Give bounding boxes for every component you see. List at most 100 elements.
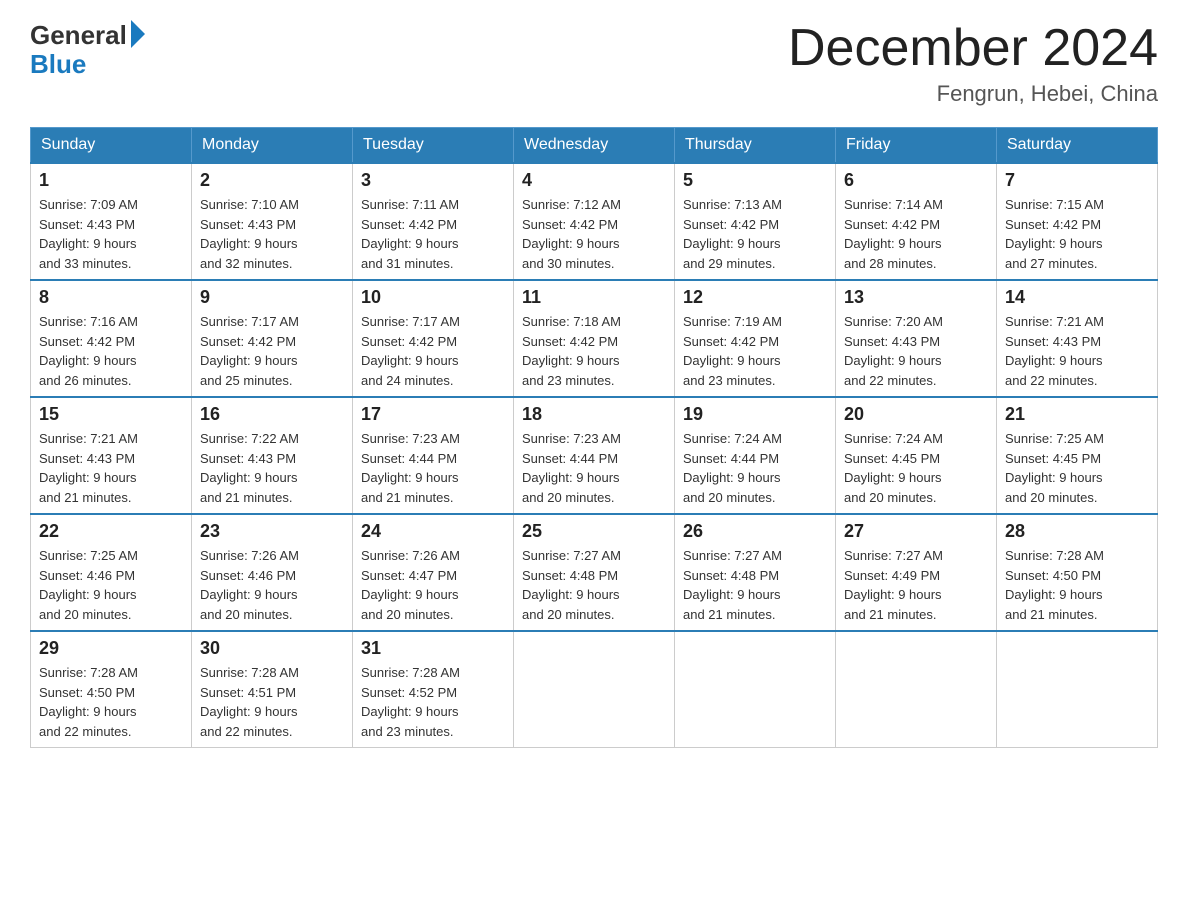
day-number: 29 xyxy=(39,638,183,659)
title-block: December 2024 Fengrun, Hebei, China xyxy=(788,20,1158,107)
day-number: 18 xyxy=(522,404,666,425)
day-number: 6 xyxy=(844,170,988,191)
calendar-cell: 15 Sunrise: 7:21 AMSunset: 4:43 PMDayligh… xyxy=(31,397,192,514)
calendar-header: SundayMondayTuesdayWednesdayThursdayFrid… xyxy=(31,128,1158,164)
day-info: Sunrise: 7:27 AMSunset: 4:49 PMDaylight:… xyxy=(844,546,988,624)
day-number: 7 xyxy=(1005,170,1149,191)
calendar-week-3: 15 Sunrise: 7:21 AMSunset: 4:43 PMDayligh… xyxy=(31,397,1158,514)
calendar-cell: 5 Sunrise: 7:13 AMSunset: 4:42 PMDaylight… xyxy=(675,163,836,280)
day-number: 12 xyxy=(683,287,827,308)
day-number: 28 xyxy=(1005,521,1149,542)
day-info: Sunrise: 7:17 AMSunset: 4:42 PMDaylight:… xyxy=(361,312,505,390)
day-info: Sunrise: 7:28 AMSunset: 4:50 PMDaylight:… xyxy=(39,663,183,741)
day-info: Sunrise: 7:19 AMSunset: 4:42 PMDaylight:… xyxy=(683,312,827,390)
weekday-header-saturday: Saturday xyxy=(997,128,1158,164)
calendar-cell: 12 Sunrise: 7:19 AMSunset: 4:42 PMDayligh… xyxy=(675,280,836,397)
calendar-cell: 25 Sunrise: 7:27 AMSunset: 4:48 PMDayligh… xyxy=(514,514,675,631)
day-number: 22 xyxy=(39,521,183,542)
calendar-cell: 18 Sunrise: 7:23 AMSunset: 4:44 PMDayligh… xyxy=(514,397,675,514)
day-info: Sunrise: 7:26 AMSunset: 4:46 PMDaylight:… xyxy=(200,546,344,624)
day-info: Sunrise: 7:14 AMSunset: 4:42 PMDaylight:… xyxy=(844,195,988,273)
day-number: 20 xyxy=(844,404,988,425)
calendar-cell: 3 Sunrise: 7:11 AMSunset: 4:42 PMDaylight… xyxy=(353,163,514,280)
calendar-week-1: 1 Sunrise: 7:09 AMSunset: 4:43 PMDaylight… xyxy=(31,163,1158,280)
calendar-cell: 11Sunrise: 7:18 AMSunset: 4:42 PMDayligh… xyxy=(514,280,675,397)
calendar-week-5: 29 Sunrise: 7:28 AMSunset: 4:50 PMDayligh… xyxy=(31,631,1158,748)
day-number: 13 xyxy=(844,287,988,308)
day-info: Sunrise: 7:18 AMSunset: 4:42 PMDaylight:… xyxy=(522,312,666,390)
calendar-body: 1 Sunrise: 7:09 AMSunset: 4:43 PMDaylight… xyxy=(31,163,1158,748)
day-number: 21 xyxy=(1005,404,1149,425)
calendar-cell: 21 Sunrise: 7:25 AMSunset: 4:45 PMDayligh… xyxy=(997,397,1158,514)
calendar-cell: 22 Sunrise: 7:25 AMSunset: 4:46 PMDayligh… xyxy=(31,514,192,631)
calendar-cell: 14 Sunrise: 7:21 AMSunset: 4:43 PMDayligh… xyxy=(997,280,1158,397)
day-info: Sunrise: 7:25 AMSunset: 4:45 PMDaylight:… xyxy=(1005,429,1149,507)
calendar-cell: 29 Sunrise: 7:28 AMSunset: 4:50 PMDayligh… xyxy=(31,631,192,748)
day-info: Sunrise: 7:23 AMSunset: 4:44 PMDaylight:… xyxy=(522,429,666,507)
day-info: Sunrise: 7:20 AMSunset: 4:43 PMDaylight:… xyxy=(844,312,988,390)
day-number: 9 xyxy=(200,287,344,308)
calendar-cell: 4 Sunrise: 7:12 AMSunset: 4:42 PMDaylight… xyxy=(514,163,675,280)
weekday-header-tuesday: Tuesday xyxy=(353,128,514,164)
day-number: 19 xyxy=(683,404,827,425)
calendar-cell: 31 Sunrise: 7:28 AMSunset: 4:52 PMDayligh… xyxy=(353,631,514,748)
calendar-cell: 16Sunrise: 7:22 AMSunset: 4:43 PMDayligh… xyxy=(192,397,353,514)
calendar-cell: 30Sunrise: 7:28 AMSunset: 4:51 PMDayligh… xyxy=(192,631,353,748)
day-info: Sunrise: 7:27 AMSunset: 4:48 PMDaylight:… xyxy=(522,546,666,624)
day-info: Sunrise: 7:28 AMSunset: 4:52 PMDaylight:… xyxy=(361,663,505,741)
day-info: Sunrise: 7:25 AMSunset: 4:46 PMDaylight:… xyxy=(39,546,183,624)
day-info: Sunrise: 7:16 AMSunset: 4:42 PMDaylight:… xyxy=(39,312,183,390)
calendar-week-2: 8 Sunrise: 7:16 AMSunset: 4:42 PMDaylight… xyxy=(31,280,1158,397)
calendar-cell: 9Sunrise: 7:17 AMSunset: 4:42 PMDaylight… xyxy=(192,280,353,397)
weekday-header-monday: Monday xyxy=(192,128,353,164)
calendar-cell: 1 Sunrise: 7:09 AMSunset: 4:43 PMDaylight… xyxy=(31,163,192,280)
day-number: 2 xyxy=(200,170,344,191)
day-number: 10 xyxy=(361,287,505,308)
calendar-cell: 6 Sunrise: 7:14 AMSunset: 4:42 PMDaylight… xyxy=(836,163,997,280)
day-info: Sunrise: 7:12 AMSunset: 4:42 PMDaylight:… xyxy=(522,195,666,273)
day-number: 30 xyxy=(200,638,344,659)
month-title: December 2024 xyxy=(788,20,1158,77)
weekday-header-friday: Friday xyxy=(836,128,997,164)
day-info: Sunrise: 7:13 AMSunset: 4:42 PMDaylight:… xyxy=(683,195,827,273)
day-info: Sunrise: 7:24 AMSunset: 4:44 PMDaylight:… xyxy=(683,429,827,507)
day-number: 5 xyxy=(683,170,827,191)
calendar-table: SundayMondayTuesdayWednesdayThursdayFrid… xyxy=(30,127,1158,748)
day-number: 8 xyxy=(39,287,183,308)
day-number: 3 xyxy=(361,170,505,191)
weekday-header-wednesday: Wednesday xyxy=(514,128,675,164)
calendar-cell xyxy=(514,631,675,748)
day-number: 24 xyxy=(361,521,505,542)
day-number: 31 xyxy=(361,638,505,659)
calendar-cell: 13 Sunrise: 7:20 AMSunset: 4:43 PMDayligh… xyxy=(836,280,997,397)
calendar-cell: 17Sunrise: 7:23 AMSunset: 4:44 PMDayligh… xyxy=(353,397,514,514)
weekday-header-thursday: Thursday xyxy=(675,128,836,164)
day-number: 14 xyxy=(1005,287,1149,308)
calendar-cell: 28Sunrise: 7:28 AMSunset: 4:50 PMDayligh… xyxy=(997,514,1158,631)
calendar-week-4: 22 Sunrise: 7:25 AMSunset: 4:46 PMDayligh… xyxy=(31,514,1158,631)
day-number: 26 xyxy=(683,521,827,542)
calendar-cell: 2 Sunrise: 7:10 AMSunset: 4:43 PMDaylight… xyxy=(192,163,353,280)
day-info: Sunrise: 7:21 AMSunset: 4:43 PMDaylight:… xyxy=(1005,312,1149,390)
calendar-cell: 8 Sunrise: 7:16 AMSunset: 4:42 PMDaylight… xyxy=(31,280,192,397)
calendar-cell xyxy=(836,631,997,748)
day-number: 15 xyxy=(39,404,183,425)
logo-triangle-icon xyxy=(131,20,145,48)
day-number: 1 xyxy=(39,170,183,191)
day-info: Sunrise: 7:09 AMSunset: 4:43 PMDaylight:… xyxy=(39,195,183,273)
day-number: 4 xyxy=(522,170,666,191)
day-number: 25 xyxy=(522,521,666,542)
day-info: Sunrise: 7:27 AMSunset: 4:48 PMDaylight:… xyxy=(683,546,827,624)
day-info: Sunrise: 7:11 AMSunset: 4:42 PMDaylight:… xyxy=(361,195,505,273)
logo-blue-text: Blue xyxy=(30,49,86,80)
calendar-cell: 24Sunrise: 7:26 AMSunset: 4:47 PMDayligh… xyxy=(353,514,514,631)
day-info: Sunrise: 7:15 AMSunset: 4:42 PMDaylight:… xyxy=(1005,195,1149,273)
day-info: Sunrise: 7:10 AMSunset: 4:43 PMDaylight:… xyxy=(200,195,344,273)
day-number: 23 xyxy=(200,521,344,542)
logo: General Blue xyxy=(30,20,145,80)
calendar-cell xyxy=(997,631,1158,748)
weekday-header-sunday: Sunday xyxy=(31,128,192,164)
day-number: 27 xyxy=(844,521,988,542)
day-info: Sunrise: 7:21 AMSunset: 4:43 PMDaylight:… xyxy=(39,429,183,507)
calendar-cell: 20Sunrise: 7:24 AMSunset: 4:45 PMDayligh… xyxy=(836,397,997,514)
